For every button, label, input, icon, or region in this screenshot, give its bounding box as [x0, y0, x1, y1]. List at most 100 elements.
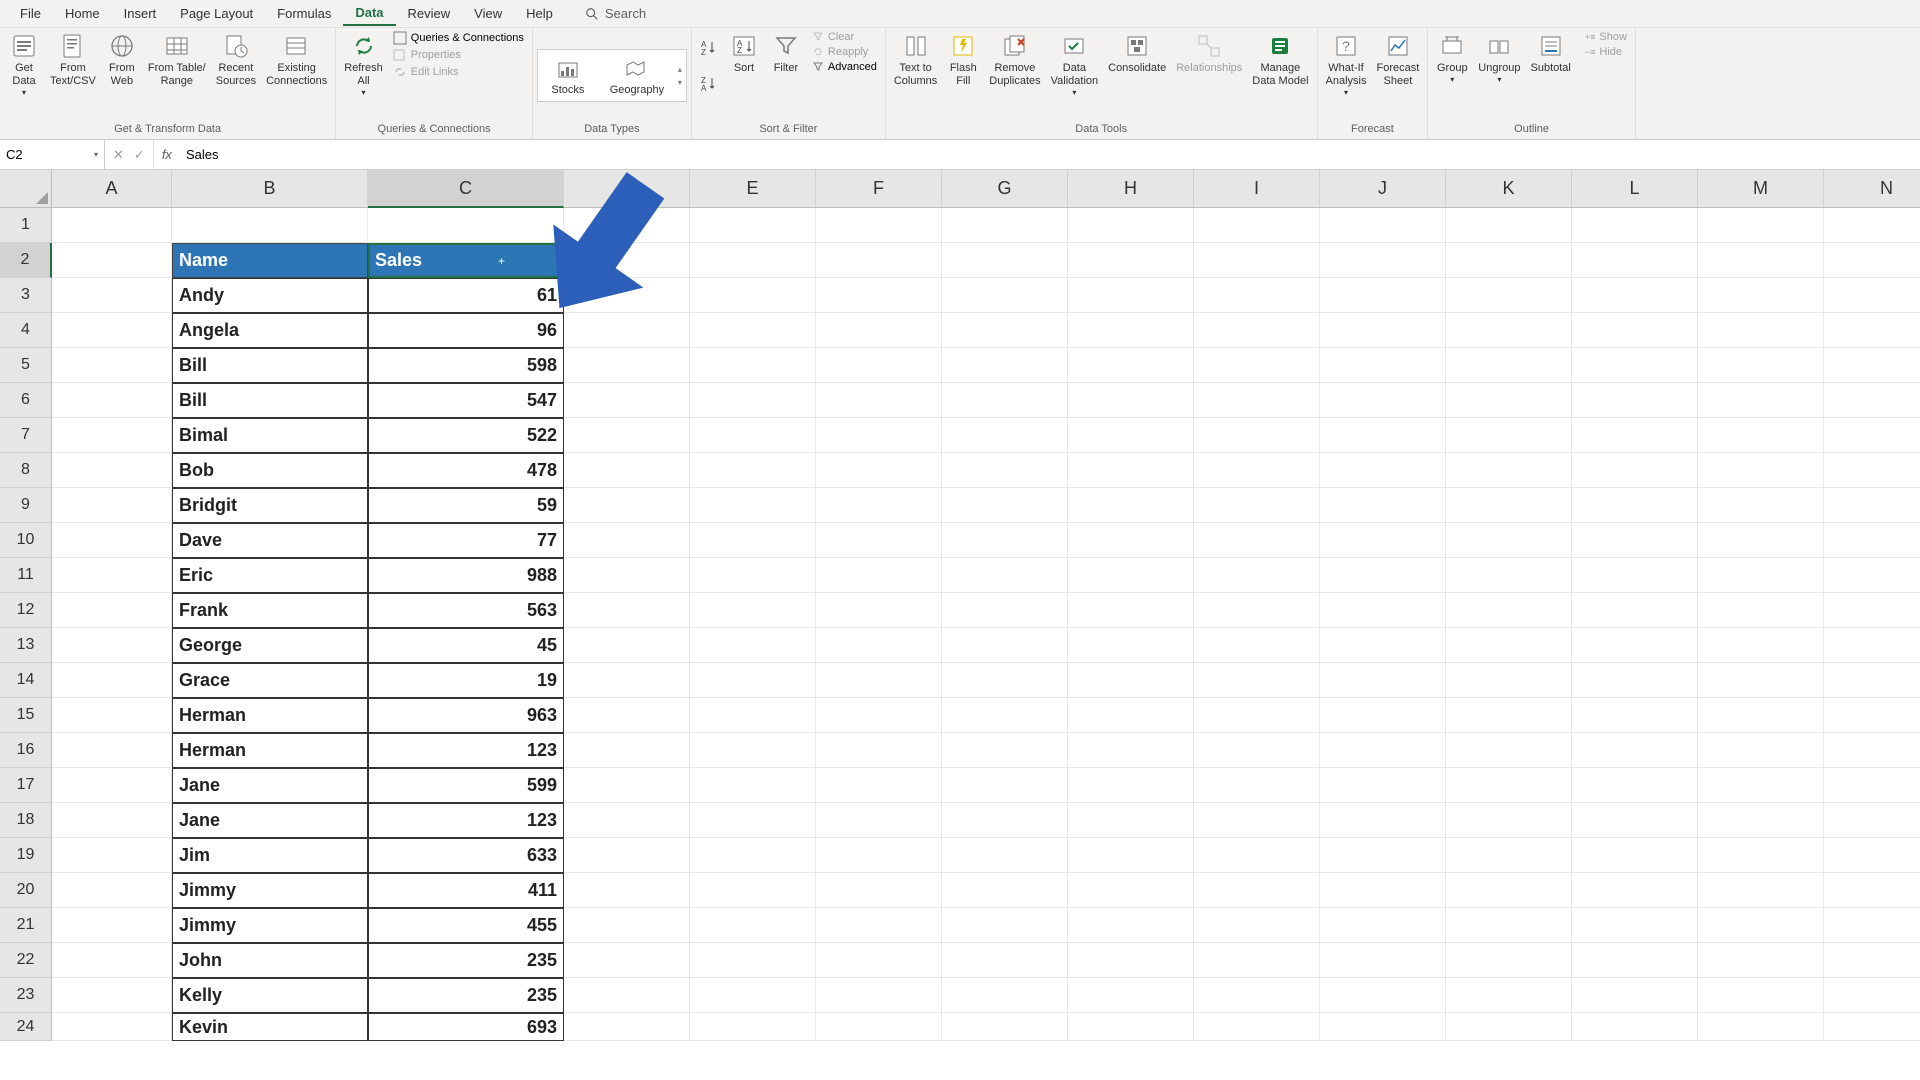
cell-L21[interactable]	[1572, 908, 1698, 943]
cell-J10[interactable]	[1320, 523, 1446, 558]
cell-B9[interactable]: Bridgit	[172, 488, 368, 523]
reapply-button[interactable]: Reapply	[808, 45, 881, 59]
cell-C23[interactable]: 235	[368, 978, 564, 1013]
cell-C6[interactable]: 547	[368, 383, 564, 418]
cell-I24[interactable]	[1194, 1013, 1320, 1041]
cell-D15[interactable]	[564, 698, 690, 733]
col-header-D[interactable]: D	[564, 170, 690, 208]
cell-B2[interactable]: Name	[172, 243, 368, 278]
cell-I2[interactable]	[1194, 243, 1320, 278]
cell-H20[interactable]	[1068, 873, 1194, 908]
cancel-icon[interactable]: ✕	[113, 147, 124, 163]
cell-B1[interactable]	[172, 208, 368, 243]
row-header-9[interactable]: 9	[0, 488, 52, 523]
cell-C12[interactable]: 563	[368, 593, 564, 628]
cell-K5[interactable]	[1446, 348, 1572, 383]
cell-K12[interactable]	[1446, 593, 1572, 628]
cell-C20[interactable]: 411	[368, 873, 564, 908]
cell-J23[interactable]	[1320, 978, 1446, 1013]
row-header-14[interactable]: 14	[0, 663, 52, 698]
cell-J22[interactable]	[1320, 943, 1446, 978]
cell-M6[interactable]	[1698, 383, 1824, 418]
cell-G7[interactable]	[942, 418, 1068, 453]
row-header-23[interactable]: 23	[0, 978, 52, 1013]
cell-D4[interactable]	[564, 313, 690, 348]
manage-data-model-button[interactable]: Manage Data Model	[1248, 30, 1312, 90]
cell-L22[interactable]	[1572, 943, 1698, 978]
cell-A8[interactable]	[52, 453, 172, 488]
cell-K9[interactable]	[1446, 488, 1572, 523]
cell-L9[interactable]	[1572, 488, 1698, 523]
cell-N13[interactable]	[1824, 628, 1920, 663]
col-header-N[interactable]: N	[1824, 170, 1920, 208]
cell-B10[interactable]: Dave	[172, 523, 368, 558]
cell-F18[interactable]	[816, 803, 942, 838]
cell-D13[interactable]	[564, 628, 690, 663]
cell-E15[interactable]	[690, 698, 816, 733]
cell-N8[interactable]	[1824, 453, 1920, 488]
cell-J19[interactable]	[1320, 838, 1446, 873]
cell-A10[interactable]	[52, 523, 172, 558]
row-header-11[interactable]: 11	[0, 558, 52, 593]
cell-E17[interactable]	[690, 768, 816, 803]
stocks-button[interactable]: Stocks	[540, 52, 596, 99]
group-button[interactable]: Group ▾	[1432, 30, 1472, 87]
select-all-corner[interactable]	[0, 170, 52, 208]
cell-A2[interactable]	[52, 243, 172, 278]
cell-E1[interactable]	[690, 208, 816, 243]
cell-L18[interactable]	[1572, 803, 1698, 838]
row-header-21[interactable]: 21	[0, 908, 52, 943]
cell-N4[interactable]	[1824, 313, 1920, 348]
col-header-B[interactable]: B	[172, 170, 368, 208]
cell-M16[interactable]	[1698, 733, 1824, 768]
cell-M9[interactable]	[1698, 488, 1824, 523]
advanced-filter-button[interactable]: Advanced	[808, 60, 881, 74]
cell-F21[interactable]	[816, 908, 942, 943]
tab-review[interactable]: Review	[396, 2, 463, 25]
cell-J4[interactable]	[1320, 313, 1446, 348]
cell-F24[interactable]	[816, 1013, 942, 1041]
cell-K2[interactable]	[1446, 243, 1572, 278]
cell-N11[interactable]	[1824, 558, 1920, 593]
geography-button[interactable]: Geography	[604, 52, 670, 99]
cell-H13[interactable]	[1068, 628, 1194, 663]
cell-N10[interactable]	[1824, 523, 1920, 558]
cell-L12[interactable]	[1572, 593, 1698, 628]
hide-detail-button[interactable]: −≡ Hide	[1581, 45, 1631, 59]
cell-K20[interactable]	[1446, 873, 1572, 908]
cell-A11[interactable]	[52, 558, 172, 593]
cell-L15[interactable]	[1572, 698, 1698, 733]
cell-B21[interactable]: Jimmy	[172, 908, 368, 943]
consolidate-button[interactable]: Consolidate	[1104, 30, 1170, 77]
cell-M4[interactable]	[1698, 313, 1824, 348]
cell-K24[interactable]	[1446, 1013, 1572, 1041]
cell-N15[interactable]	[1824, 698, 1920, 733]
cell-K7[interactable]	[1446, 418, 1572, 453]
cell-I9[interactable]	[1194, 488, 1320, 523]
fx-icon[interactable]: fx	[154, 147, 180, 162]
data-types-up[interactable]: ▴	[678, 65, 682, 74]
cell-F13[interactable]	[816, 628, 942, 663]
cell-H5[interactable]	[1068, 348, 1194, 383]
cell-A4[interactable]	[52, 313, 172, 348]
cell-N17[interactable]	[1824, 768, 1920, 803]
cell-M14[interactable]	[1698, 663, 1824, 698]
cell-F16[interactable]	[816, 733, 942, 768]
from-text-csv-button[interactable]: From Text/CSV	[46, 30, 100, 90]
cell-D19[interactable]	[564, 838, 690, 873]
cell-K21[interactable]	[1446, 908, 1572, 943]
cell-M10[interactable]	[1698, 523, 1824, 558]
cell-D16[interactable]	[564, 733, 690, 768]
cell-K18[interactable]	[1446, 803, 1572, 838]
get-data-button[interactable]: Get Data ▾	[4, 30, 44, 100]
cell-L11[interactable]	[1572, 558, 1698, 593]
cell-L19[interactable]	[1572, 838, 1698, 873]
row-header-10[interactable]: 10	[0, 523, 52, 558]
from-web-button[interactable]: From Web	[102, 30, 142, 90]
cell-F10[interactable]	[816, 523, 942, 558]
cell-B8[interactable]: Bob	[172, 453, 368, 488]
cell-C15[interactable]: 963	[368, 698, 564, 733]
cell-D23[interactable]	[564, 978, 690, 1013]
cell-N22[interactable]	[1824, 943, 1920, 978]
cell-E7[interactable]	[690, 418, 816, 453]
